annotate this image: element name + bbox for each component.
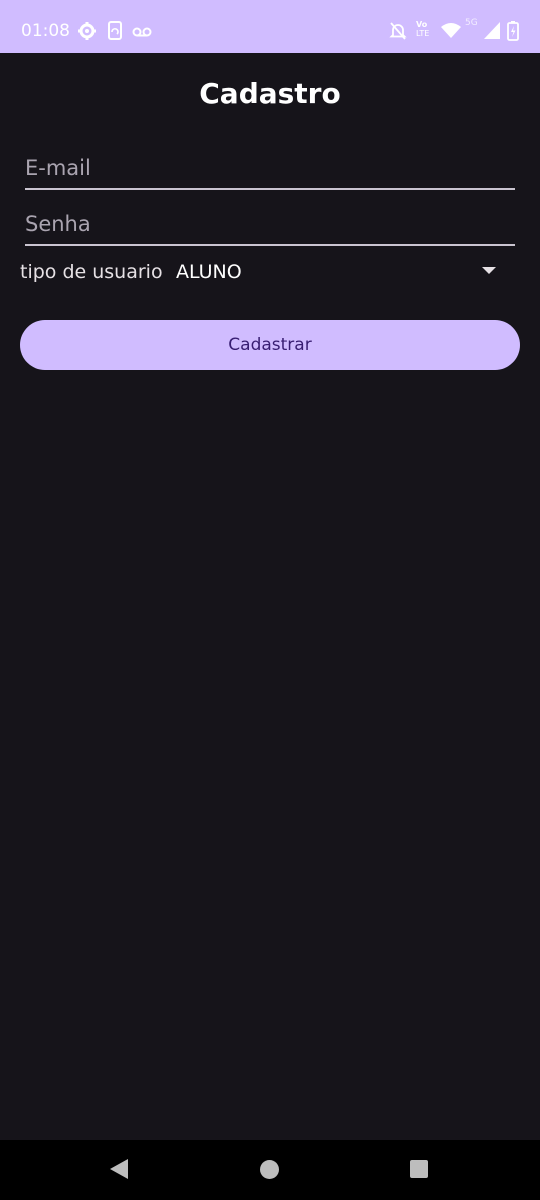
recents-icon[interactable] <box>410 1160 428 1178</box>
settings-icon <box>78 20 96 42</box>
user-type-spinner[interactable]: ALUNO <box>166 252 506 292</box>
signal-5g-icon <box>483 20 501 42</box>
volte-icon: Vo LTE <box>416 20 430 38</box>
user-type-label: tipo de usuario <box>20 261 163 283</box>
back-icon[interactable] <box>110 1159 128 1179</box>
network-type: 5G <box>465 18 478 28</box>
register-button[interactable]: Cadastrar <box>20 320 520 370</box>
user-type-selected: ALUNO <box>176 261 242 283</box>
do-not-disturb-icon <box>389 20 407 42</box>
page-title: Cadastro <box>199 77 341 110</box>
navigation-bar <box>0 1140 540 1200</box>
status-time: 01:08 <box>21 21 70 41</box>
dropdown-arrow-icon <box>482 267 496 274</box>
status-bar: 01:08 Vo LTE 5G <box>0 0 540 53</box>
email-field-container <box>25 148 515 190</box>
password-field[interactable] <box>25 204 515 244</box>
phone-sync-icon <box>108 20 122 42</box>
email-field[interactable] <box>25 148 515 188</box>
wifi-icon <box>441 20 461 42</box>
voicemail-icon <box>132 20 152 42</box>
password-field-container <box>25 204 515 246</box>
home-icon[interactable] <box>260 1160 279 1179</box>
battery-icon <box>507 20 519 42</box>
